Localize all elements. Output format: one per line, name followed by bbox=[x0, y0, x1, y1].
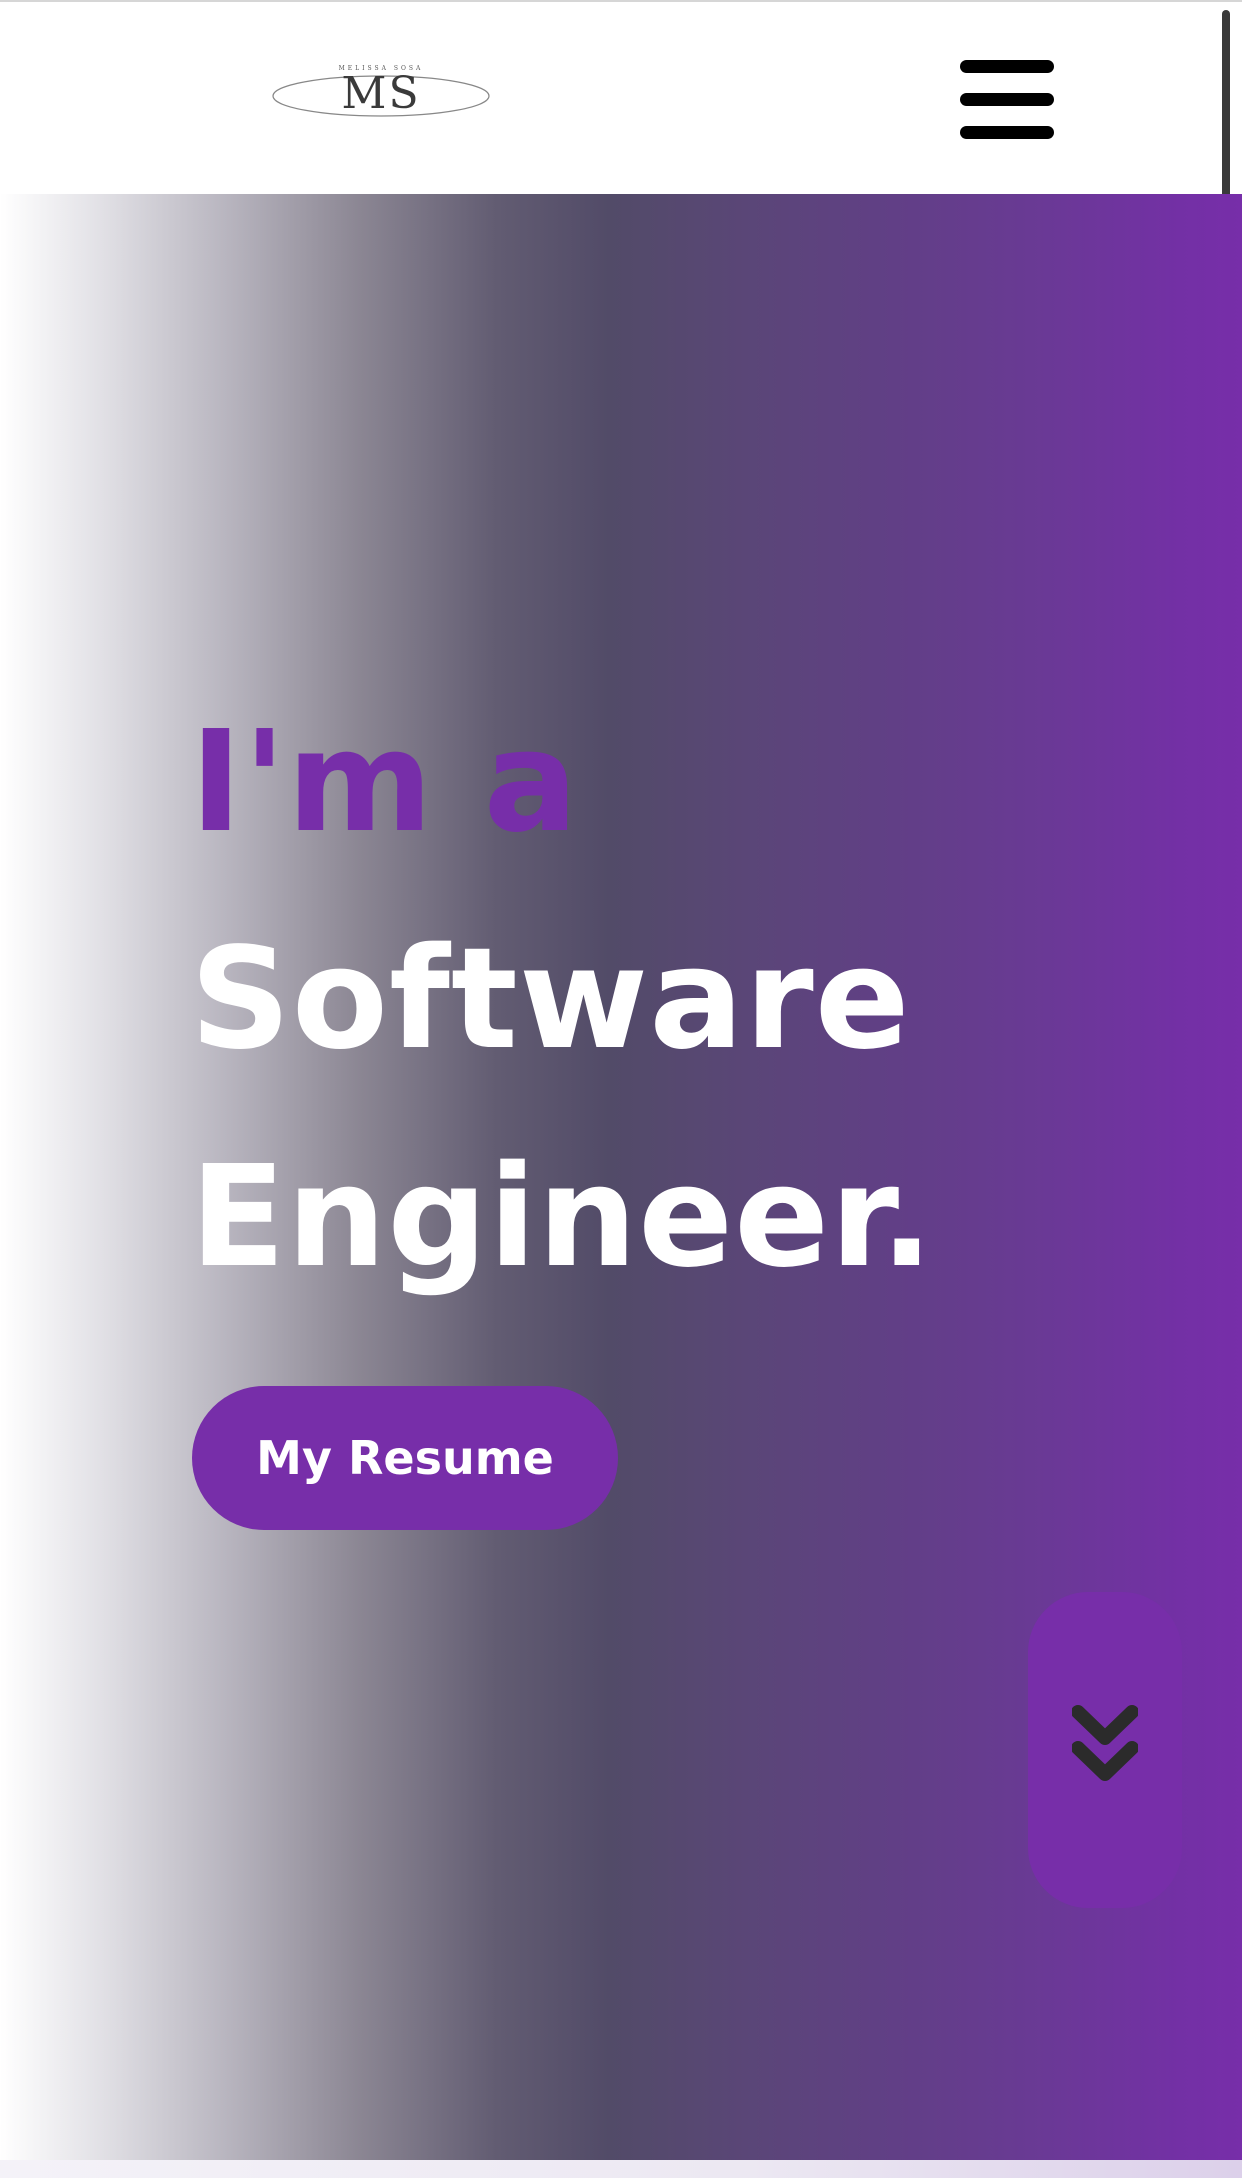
site-header: MELISSA SOSA MS bbox=[0, 2, 1242, 194]
hero-title-line2: Engineer. bbox=[190, 1136, 935, 1299]
hero-intro-text: I'm a bbox=[190, 701, 580, 864]
logo-link[interactable]: MELISSA SOSA MS bbox=[270, 64, 492, 124]
scroll-down-button[interactable] bbox=[1028, 1592, 1182, 1908]
hero-title-line1: Software bbox=[190, 918, 911, 1081]
double-chevron-down-icon bbox=[1072, 1705, 1138, 1781]
logo-monogram: MS bbox=[341, 68, 420, 119]
menu-button[interactable] bbox=[960, 60, 1054, 140]
ms-logo-icon: MELISSA SOSA MS bbox=[272, 65, 490, 119]
my-resume-button[interactable]: My Resume bbox=[192, 1386, 618, 1530]
page: MELISSA SOSA MS I'm a Software Engineer.… bbox=[0, 0, 1242, 2178]
bottom-strip bbox=[0, 2160, 1242, 2178]
